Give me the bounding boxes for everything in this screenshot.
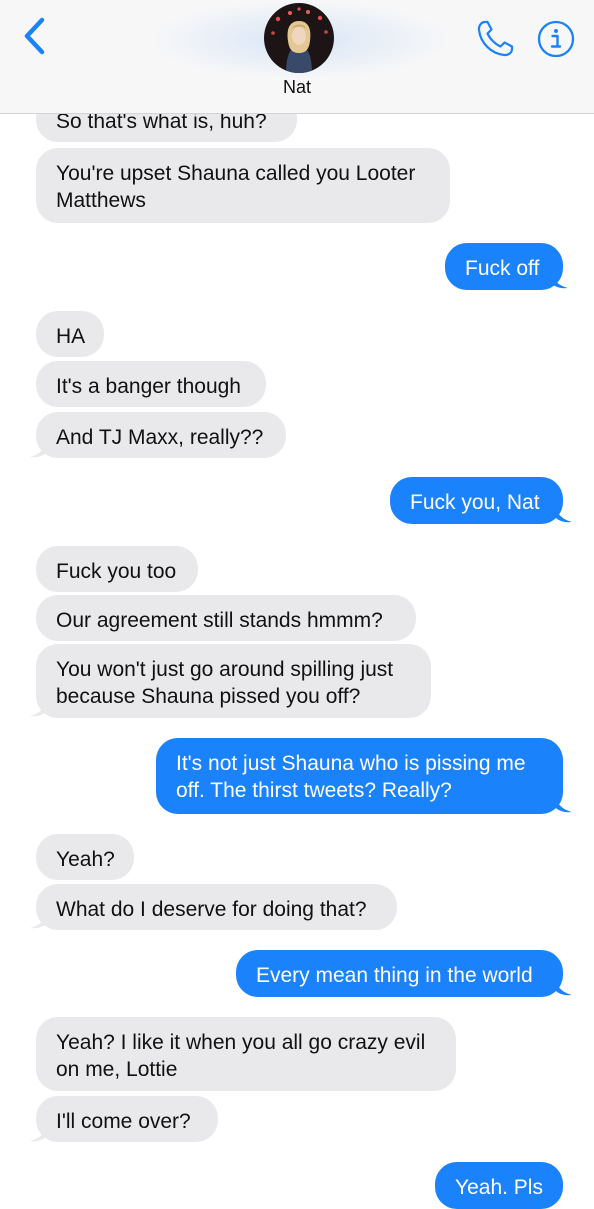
message-bubble-outgoing[interactable]: Fuck off bbox=[445, 243, 563, 290]
message-bubble-incoming[interactable]: Yeah? I like it when you all go crazy ev… bbox=[36, 1017, 456, 1091]
message-text: Yeah? bbox=[56, 848, 115, 871]
message-text-line: You won't just go around spilling just bbox=[56, 658, 394, 681]
message-text: Fuck you too bbox=[56, 560, 177, 583]
message-bubble-incoming[interactable]: You won't just go around spilling just be… bbox=[36, 644, 431, 718]
message-bubble-incoming[interactable]: Yeah? bbox=[36, 834, 134, 880]
message-text: It's a banger though bbox=[56, 375, 241, 398]
call-button[interactable] bbox=[474, 18, 516, 60]
message-bubble-outgoing[interactable]: It's not just Shauna who is pissing me of… bbox=[156, 738, 563, 814]
message-text-line: Yeah? I like it when you all go crazy ev… bbox=[56, 1031, 426, 1054]
chevron-left-icon bbox=[24, 17, 45, 55]
message-bubble-incoming[interactable]: Fuck you too bbox=[36, 546, 198, 592]
info-icon bbox=[537, 20, 575, 58]
back-button[interactable] bbox=[18, 16, 52, 56]
phone-icon bbox=[477, 20, 514, 57]
message-text: Fuck you, Nat bbox=[410, 491, 540, 514]
message-bubble-incoming[interactable]: HA bbox=[36, 311, 104, 357]
message-text-line: on me, Lottie bbox=[56, 1058, 178, 1081]
message-text: Fuck off bbox=[465, 257, 540, 280]
message-bubble-outgoing[interactable]: Every mean thing in the world bbox=[236, 950, 563, 997]
message-bubble-incoming[interactable]: Our agreement still stands hmmm? bbox=[36, 595, 416, 641]
conversation-header: Nat bbox=[0, 0, 594, 114]
message-text: I'll come over? bbox=[56, 1110, 191, 1133]
message-bubble-incoming[interactable]: I'll come over? bbox=[36, 1096, 218, 1142]
message-text-line: It's not just Shauna who is pissing me bbox=[176, 752, 526, 775]
message-bubble-incoming[interactable]: It's a banger though bbox=[36, 361, 266, 407]
message-text: Every mean thing in the world bbox=[256, 964, 533, 987]
message-bubble-incoming[interactable]: What do I deserve for doing that? bbox=[36, 884, 397, 930]
message-text-line: off. The thirst tweets? Really? bbox=[176, 779, 452, 802]
message-text-line: because Shauna pissed you off? bbox=[56, 685, 361, 708]
message-text-line: You're upset Shauna called you Looter bbox=[56, 162, 416, 185]
contact-name[interactable]: Nat bbox=[0, 77, 594, 98]
avatar[interactable] bbox=[264, 3, 334, 73]
message-bubble-outgoing[interactable]: Fuck you, Nat bbox=[390, 477, 563, 524]
message-thread[interactable]: So that's what is, huh? You're upset Sha… bbox=[0, 0, 594, 1209]
message-text: And TJ Maxx, really?? bbox=[56, 426, 264, 449]
message-bubble-incoming[interactable]: You're upset Shauna called you Looter Mat… bbox=[36, 148, 450, 223]
info-button[interactable] bbox=[536, 19, 576, 59]
message-bubble-incoming[interactable]: And TJ Maxx, really?? bbox=[36, 412, 286, 458]
message-text-line: Matthews bbox=[56, 189, 146, 212]
message-text: HA bbox=[56, 325, 86, 348]
message-text: Yeah. Pls bbox=[455, 1176, 543, 1199]
message-bubble-outgoing[interactable]: Yeah. Pls bbox=[435, 1162, 563, 1209]
contact-photo bbox=[264, 3, 334, 73]
message-text: What do I deserve for doing that? bbox=[56, 898, 367, 921]
message-text: Our agreement still stands hmmm? bbox=[56, 609, 383, 632]
